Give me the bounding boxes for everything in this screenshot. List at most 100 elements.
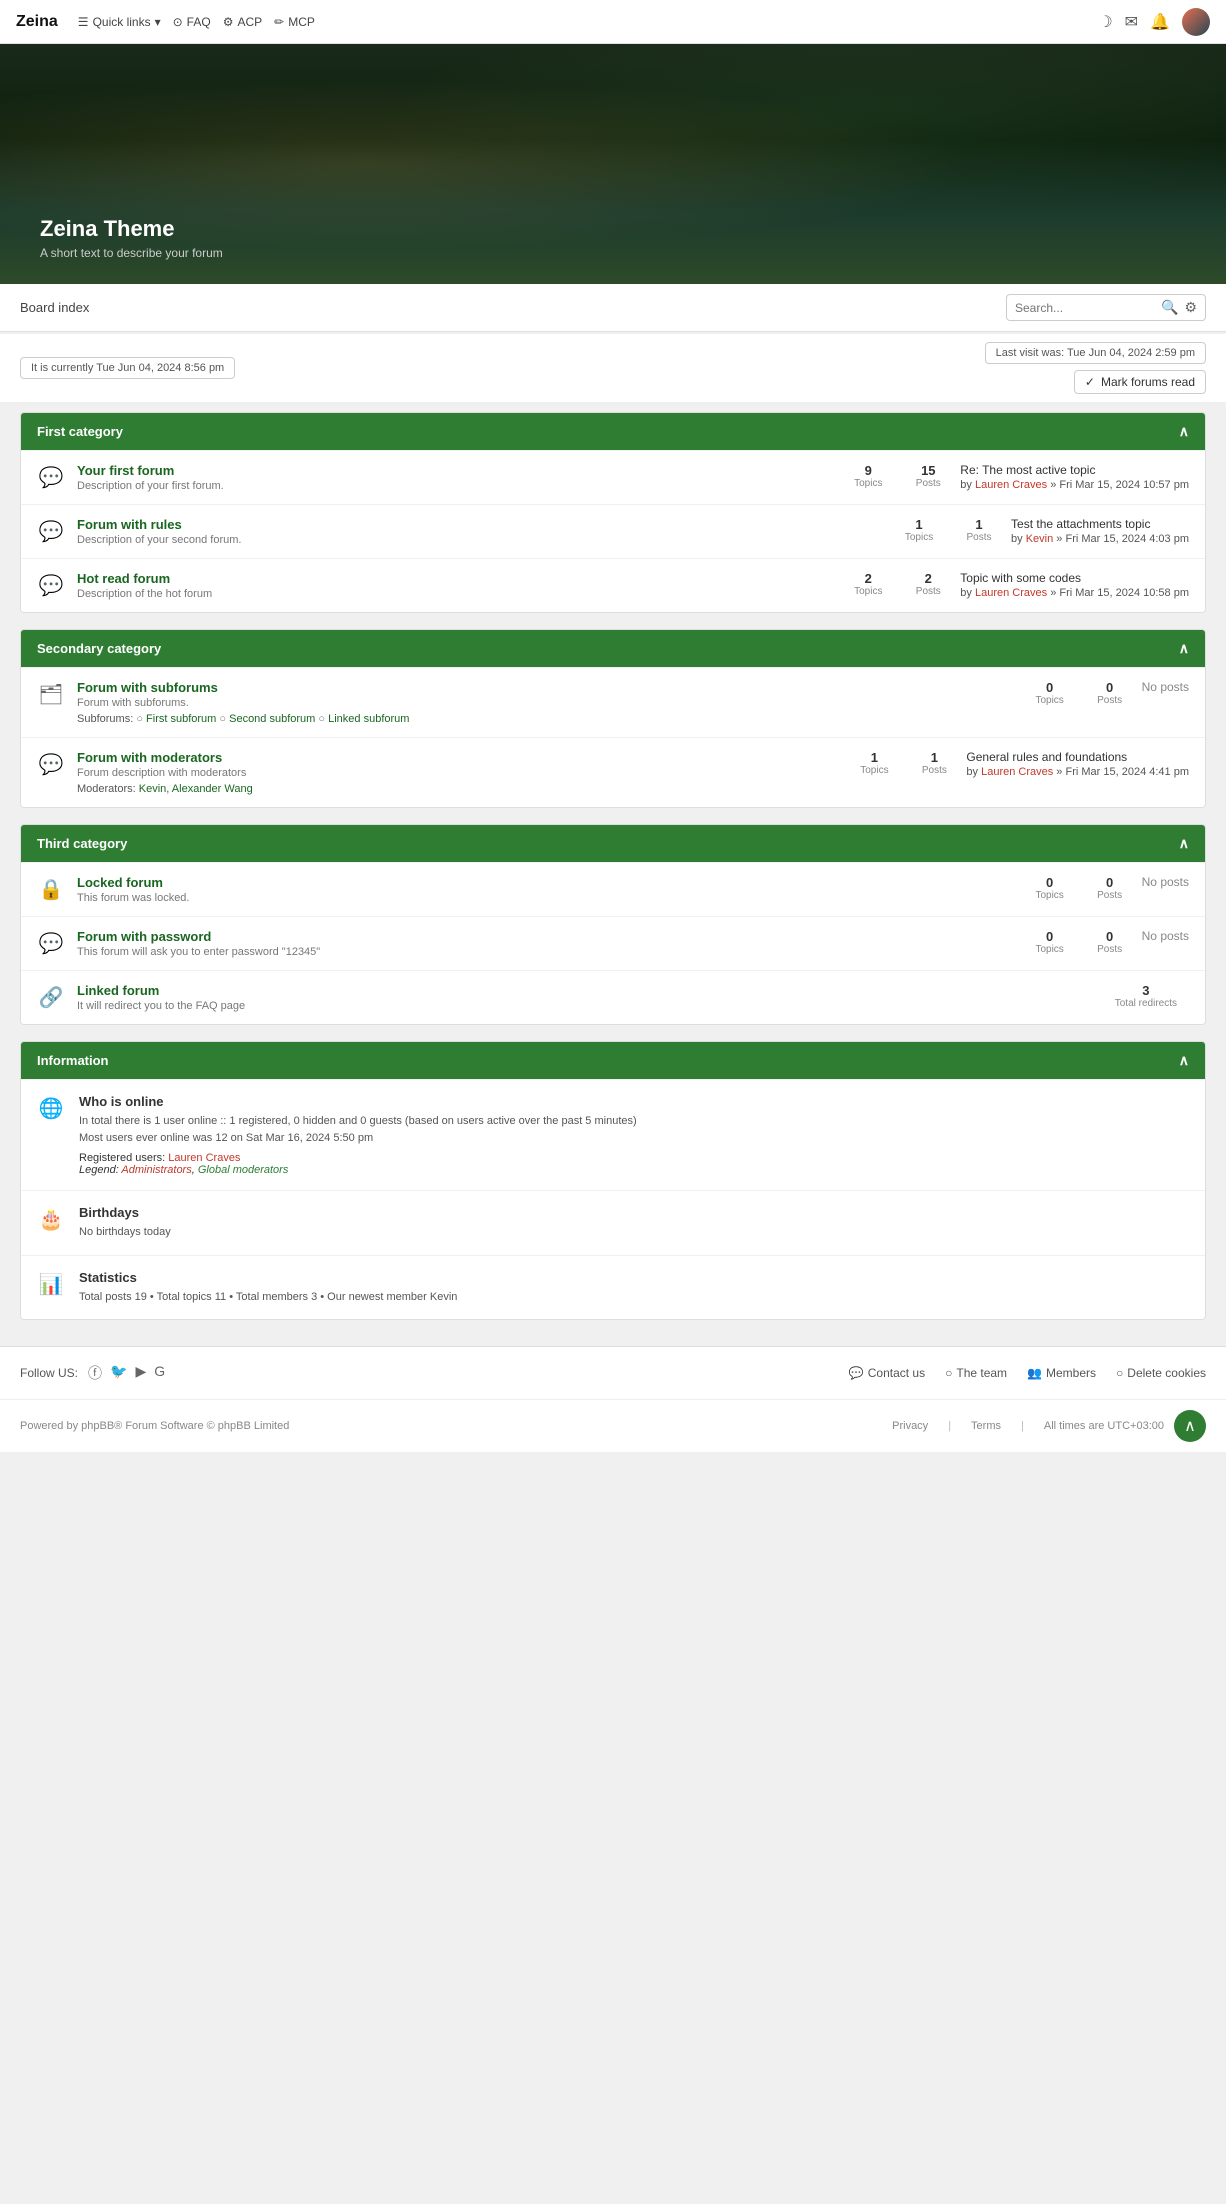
- forum-name-password[interactable]: Forum with password: [77, 929, 1018, 944]
- global-moderators-link[interactable]: Global moderators: [198, 1164, 289, 1176]
- collapse-third-icon[interactable]: ∧: [1179, 835, 1189, 852]
- forum-info-hot: Hot read forum Description of the hot fo…: [77, 571, 836, 600]
- forum-posts-hot: 2 Posts: [908, 571, 948, 597]
- messages-icon[interactable]: ✉: [1125, 12, 1138, 32]
- team-icon: ○: [945, 1366, 952, 1380]
- notifications-icon[interactable]: 🔔: [1150, 12, 1170, 32]
- terms-link[interactable]: Terms: [971, 1420, 1001, 1432]
- the-team-link[interactable]: ○ The team: [945, 1366, 1007, 1380]
- subforum-link-2[interactable]: Second subforum: [229, 713, 315, 725]
- forum-stats-hot: 2 Topics 2 Posts: [848, 571, 948, 597]
- forum-name-subforums[interactable]: Forum with subforums: [77, 680, 1018, 695]
- administrators-link[interactable]: Administrators: [121, 1164, 191, 1176]
- forum-redirects-linked: 3 Total redirects: [1115, 983, 1177, 1009]
- last-post-title-your-first[interactable]: Re: The most active topic: [960, 463, 1189, 477]
- subforum-link-1[interactable]: First subforum: [146, 713, 216, 725]
- privacy-link[interactable]: Privacy: [892, 1420, 928, 1432]
- mcp-link[interactable]: ✏ MCP: [274, 15, 315, 29]
- footer-links: 💬 Contact us ○ The team 👥 Members ○ Dele…: [849, 1366, 1206, 1380]
- quick-links-menu[interactable]: ☰ Quick links ▾: [78, 15, 161, 29]
- info-content-birthdays: Birthdays No birthdays today: [79, 1205, 1189, 1241]
- last-post-author-rules[interactable]: Kevin: [1026, 533, 1054, 545]
- contact-icon: 💬: [849, 1366, 864, 1380]
- moderator-alexander[interactable]: Alexander Wang: [172, 783, 253, 795]
- current-time: It is currently Tue Jun 04, 2024 8:56 pm: [20, 357, 235, 379]
- members-icon: 👥: [1027, 1366, 1042, 1380]
- forum-stats-linked: 3 Total redirects: [1115, 983, 1177, 1009]
- forum-name-your-first[interactable]: Your first forum: [77, 463, 836, 478]
- category-third: Third category ∧ 🔒 Locked forum This for…: [20, 824, 1206, 1025]
- forum-row-linked: 🔗 Linked forum It will redirect you to t…: [21, 970, 1205, 1024]
- last-post-title-rules[interactable]: Test the attachments topic: [1011, 517, 1189, 531]
- last-visit-time: Last visit was: Tue Jun 04, 2024 2:59 pm: [985, 342, 1206, 364]
- category-header-third: Third category ∧: [21, 825, 1205, 862]
- registered-user-link[interactable]: Lauren Craves: [168, 1152, 240, 1164]
- hero-subtitle: A short text to describe your forum: [40, 246, 1186, 260]
- forum-name-hot[interactable]: Hot read forum: [77, 571, 836, 586]
- forum-name-locked[interactable]: Locked forum: [77, 875, 1018, 890]
- follow-us-label: Follow US:: [20, 1366, 78, 1380]
- forum-icon-password: 💬: [37, 931, 65, 956]
- footer-top: Follow US: ⓕ 🐦 ▶ G 💬 Contact us ○ The te…: [0, 1346, 1226, 1399]
- last-post-title-mods[interactable]: General rules and foundations: [966, 750, 1189, 764]
- forum-name-rules[interactable]: Forum with rules: [77, 517, 887, 532]
- category-header-first: First category ∧: [21, 413, 1205, 450]
- facebook-icon[interactable]: ⓕ: [88, 1363, 102, 1383]
- forum-info-mods: Forum with moderators Forum description …: [77, 750, 842, 795]
- legend-line: Legend: Administrators, Global moderator…: [79, 1164, 1189, 1176]
- forum-stats-password: 0 Topics 0 Posts: [1030, 929, 1130, 955]
- checkmark-icon: ✓: [1085, 375, 1095, 389]
- collapse-first-icon[interactable]: ∧: [1179, 423, 1189, 440]
- user-avatar[interactable]: [1182, 8, 1210, 36]
- faq-icon: ⊙: [173, 15, 183, 29]
- twitter-icon[interactable]: 🐦: [110, 1363, 127, 1383]
- board-index-bar: Board index 🔍 ⚙: [0, 284, 1226, 332]
- delete-cookies-link[interactable]: ○ Delete cookies: [1116, 1366, 1206, 1380]
- contact-us-link[interactable]: 💬 Contact us: [849, 1366, 925, 1380]
- forum-desc-rules: Description of your second forum.: [77, 534, 887, 546]
- forum-last-your-first: Re: The most active topic by Lauren Crav…: [960, 463, 1189, 491]
- birthday-icon: 🎂: [37, 1207, 65, 1232]
- google-icon[interactable]: G: [154, 1363, 165, 1383]
- subforum-circle-icon-3: ○: [318, 713, 325, 725]
- forum-topics-rules: 1 Topics: [899, 517, 939, 543]
- search-settings-button[interactable]: ⚙: [1184, 299, 1197, 316]
- subforum-link-3[interactable]: Linked subforum: [328, 713, 409, 725]
- forum-stats-rules: 1 Topics 1 Posts: [899, 517, 999, 543]
- search-input[interactable]: [1015, 301, 1155, 315]
- last-post-title-hot[interactable]: Topic with some codes: [960, 571, 1189, 585]
- forum-row-locked: 🔒 Locked forum This forum was locked. 0 …: [21, 862, 1205, 916]
- forum-posts-your-first: 15 Posts: [908, 463, 948, 489]
- members-link[interactable]: 👥 Members: [1027, 1366, 1096, 1380]
- hero-banner: Zeina Theme A short text to describe you…: [0, 44, 1226, 284]
- site-brand[interactable]: Zeina: [16, 13, 58, 31]
- forum-last-rules: Test the attachments topic by Kevin » Fr…: [1011, 517, 1189, 545]
- forum-desc-locked: This forum was locked.: [77, 892, 1018, 904]
- theme-icon[interactable]: ☽: [1098, 12, 1112, 32]
- forum-row-your-first: 💬 Your first forum Description of your f…: [21, 450, 1205, 504]
- online-text: In total there is 1 user online :: 1 reg…: [79, 1113, 1189, 1130]
- footer-legal: Privacy | Terms | All times are UTC+03:0…: [892, 1420, 1164, 1432]
- scroll-to-top-button[interactable]: ∧: [1174, 1410, 1206, 1442]
- collapse-secondary-icon[interactable]: ∧: [1179, 640, 1189, 657]
- search-box: 🔍 ⚙: [1006, 294, 1206, 321]
- no-posts-password: No posts: [1142, 929, 1189, 943]
- forum-name-linked[interactable]: Linked forum: [77, 983, 1103, 998]
- last-post-author-your-first[interactable]: Lauren Craves: [975, 479, 1047, 491]
- last-post-author-mods[interactable]: Lauren Craves: [981, 766, 1053, 778]
- birthdays-title: Birthdays: [79, 1205, 1189, 1220]
- mark-forums-read-button[interactable]: ✓ Mark forums read: [1074, 370, 1206, 394]
- acp-link[interactable]: ⚙ ACP: [223, 15, 262, 29]
- moderator-kevin[interactable]: Kevin: [139, 783, 167, 795]
- collapse-information-icon[interactable]: ∧: [1179, 1052, 1189, 1069]
- forum-row-password: 💬 Forum with password This forum will as…: [21, 916, 1205, 970]
- time-bar: It is currently Tue Jun 04, 2024 8:56 pm…: [0, 334, 1226, 402]
- search-button[interactable]: 🔍: [1161, 299, 1178, 316]
- youtube-icon[interactable]: ▶: [135, 1363, 146, 1383]
- forum-posts-rules: 1 Posts: [959, 517, 999, 543]
- board-index-link[interactable]: Board index: [20, 300, 89, 315]
- faq-link[interactable]: ⊙ FAQ: [173, 15, 211, 29]
- last-post-author-hot[interactable]: Lauren Craves: [975, 587, 1047, 599]
- no-posts-locked: No posts: [1142, 875, 1189, 889]
- forum-name-mods[interactable]: Forum with moderators: [77, 750, 842, 765]
